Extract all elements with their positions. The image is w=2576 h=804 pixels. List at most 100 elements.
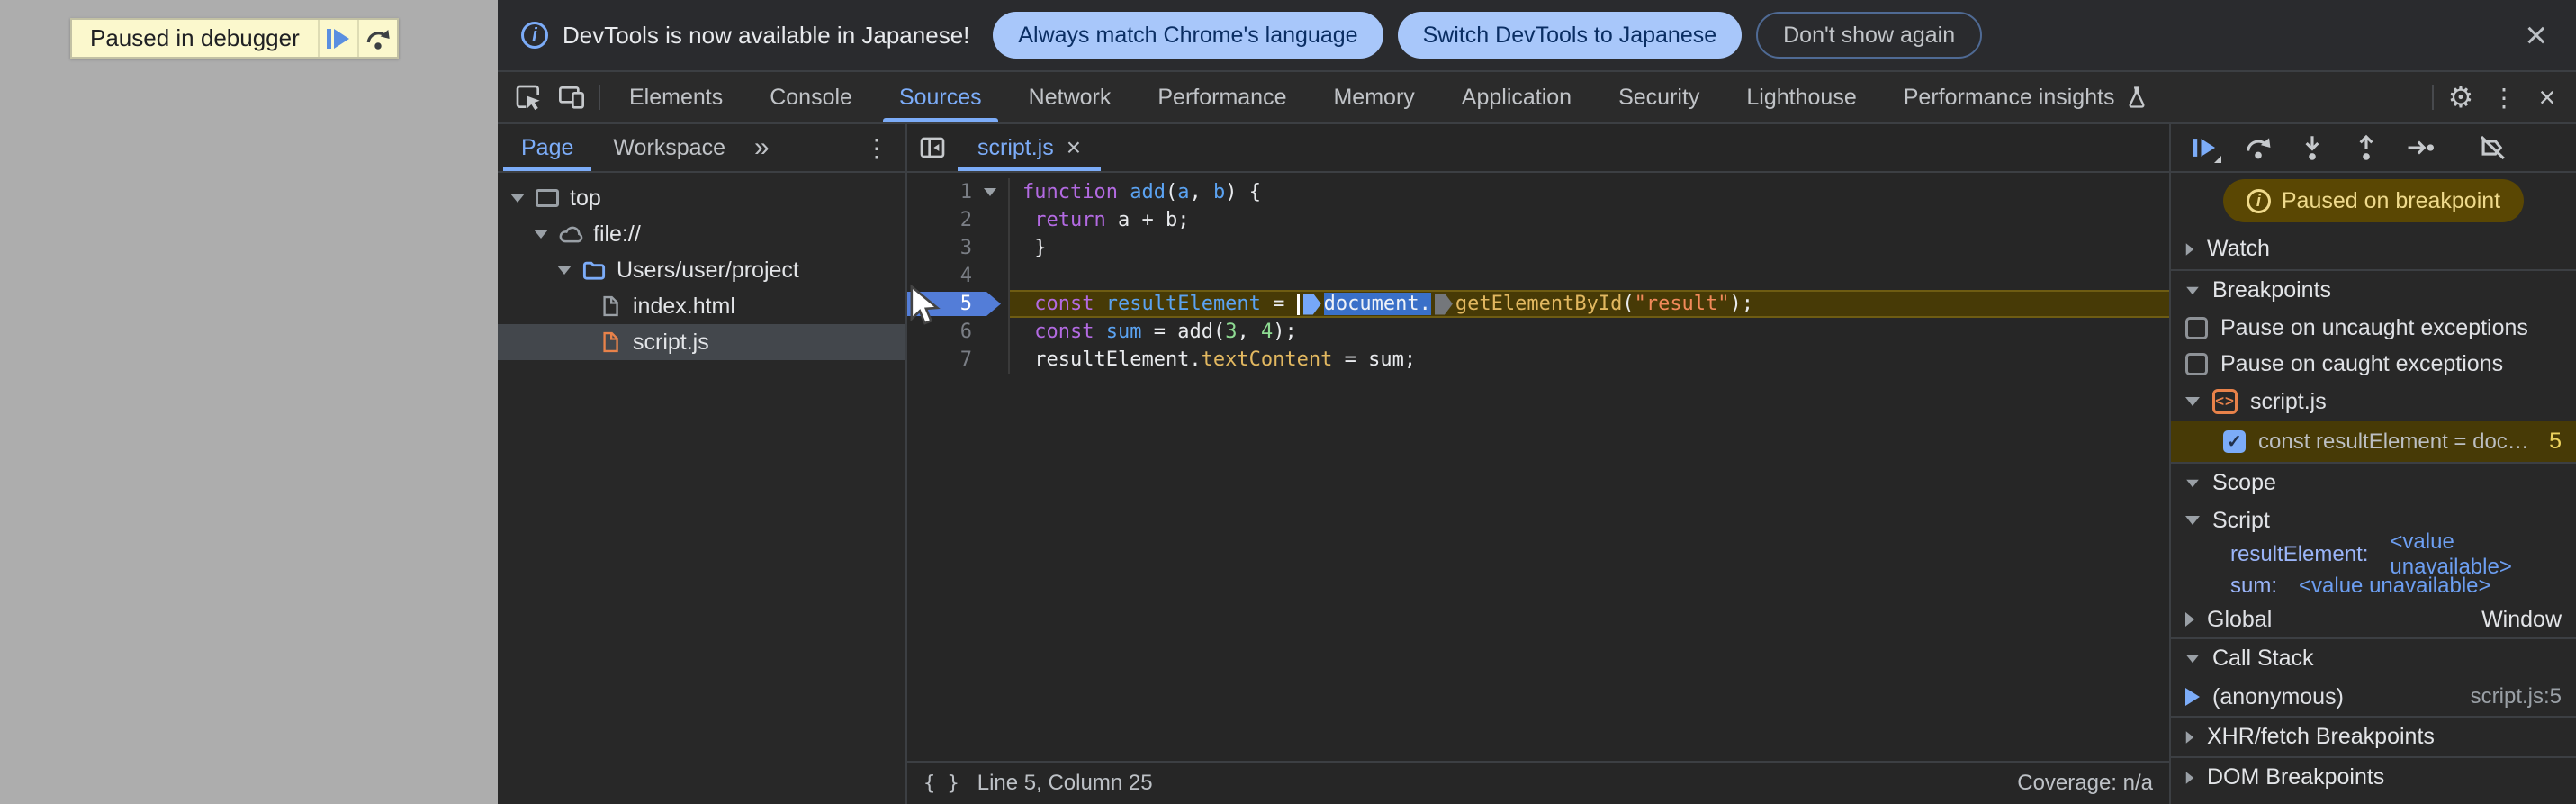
dont-show-again-button[interactable]: Don't show again bbox=[1756, 12, 1983, 59]
chevron-down-icon bbox=[2186, 479, 2199, 487]
navigator-tab-workspace[interactable]: Workspace bbox=[593, 124, 745, 171]
tab-elements[interactable]: Elements bbox=[606, 72, 746, 122]
active-frame-icon bbox=[2185, 688, 2200, 706]
pause-caught-exceptions-row: Pause on caught exceptions bbox=[2171, 346, 2576, 382]
file-icon bbox=[597, 293, 624, 320]
flask-icon bbox=[2129, 86, 2145, 108]
step-over-button[interactable] bbox=[356, 20, 397, 57]
resume-script-button[interactable] bbox=[2184, 127, 2225, 168]
info-icon: i bbox=[2246, 188, 2271, 213]
navigator-menu-icon[interactable]: ⋮ bbox=[848, 124, 905, 171]
scope-variable-row: sum: <value unavailable> bbox=[2230, 573, 2491, 598]
section-breakpoints[interactable]: Breakpoints bbox=[2171, 269, 2576, 310]
tab-performance-insights[interactable]: Performance insights bbox=[1880, 72, 2173, 122]
devtools-window: i DevTools is now available in Japanese!… bbox=[498, 0, 2576, 804]
pretty-print-icon[interactable]: { } bbox=[923, 772, 959, 795]
tab-memory[interactable]: Memory bbox=[1310, 72, 1437, 122]
continue-to-location-icon[interactable] bbox=[1434, 293, 1453, 315]
toggle-navigator-button[interactable] bbox=[907, 124, 958, 171]
scope-global-group[interactable]: Global Window bbox=[2171, 601, 2576, 637]
file-tree: top file:// Users/user/project index.htm… bbox=[498, 173, 905, 360]
pause-uncaught-checkbox[interactable] bbox=[2185, 316, 2208, 339]
close-tab-icon[interactable]: × bbox=[1067, 135, 1081, 160]
breakpoint-entry[interactable]: ✓ const resultElement = doc… 5 bbox=[2171, 421, 2576, 462]
tree-item-file-protocol[interactable]: file:// bbox=[498, 216, 905, 252]
step-out-button[interactable] bbox=[2346, 127, 2387, 168]
screen: Paused in debugger i DevTools is now ava… bbox=[0, 0, 2576, 804]
code-area[interactable]: 1 function add(a, b) { 2 return a + b; 3… bbox=[907, 173, 2169, 761]
chevron-down-icon bbox=[2186, 286, 2199, 294]
step-out-icon bbox=[2359, 134, 2373, 160]
breakpoint-flag[interactable]: 5 bbox=[907, 292, 1001, 316]
section-watch[interactable]: Watch bbox=[2171, 229, 2576, 269]
device-toolbar-icon bbox=[559, 86, 584, 109]
info-icon: i bbox=[521, 22, 548, 49]
step-into-button[interactable] bbox=[2292, 127, 2333, 168]
breakpoint-file-group[interactable]: <> script.js bbox=[2171, 382, 2576, 421]
infobar-message: DevTools is now available in Japanese! bbox=[563, 21, 970, 49]
step-over-icon bbox=[366, 29, 390, 50]
code-editor: script.js × 1 function add(a, b) { 2 ret… bbox=[907, 124, 2171, 804]
panel-toggle-icon bbox=[920, 137, 945, 158]
cursor-position-label: Line 5, Column 25 bbox=[977, 771, 1153, 795]
chevron-down-icon bbox=[557, 266, 572, 275]
inspect-element-button[interactable] bbox=[507, 72, 550, 122]
step-icon bbox=[2408, 140, 2435, 155]
more-options-icon[interactable]: ⋮ bbox=[2482, 72, 2526, 122]
paused-status-row: i Paused on breakpoint bbox=[2171, 173, 2576, 229]
resume-script-button[interactable] bbox=[317, 20, 357, 57]
line-number: 4 bbox=[959, 265, 972, 287]
code-line-7: 7 resultElement. textContent = sum; bbox=[907, 346, 2169, 374]
step-over-icon bbox=[2247, 138, 2271, 159]
settings-gear-icon[interactable]: ⚙ bbox=[2439, 72, 2482, 122]
editor-statusbar: { } Line 5, Column 25 Coverage: n/a bbox=[907, 761, 2169, 804]
continue-to-location-icon[interactable] bbox=[1302, 293, 1321, 315]
tab-console[interactable]: Console bbox=[746, 72, 876, 122]
breakpoint-enabled-checkbox[interactable]: ✓ bbox=[2223, 430, 2246, 453]
pause-caught-checkbox[interactable] bbox=[2185, 352, 2208, 375]
more-tabs-icon[interactable]: » bbox=[745, 124, 779, 171]
toggle-device-toolbar-button[interactable] bbox=[550, 72, 593, 122]
fold-arrow-icon[interactable] bbox=[984, 188, 996, 196]
tab-application[interactable]: Application bbox=[1438, 72, 1595, 122]
pause-uncaught-exceptions-row: Pause on uncaught exceptions bbox=[2171, 310, 2576, 346]
line-number: 5 bbox=[959, 293, 972, 315]
tab-performance[interactable]: Performance bbox=[1134, 72, 1310, 122]
paused-on-breakpoint-badge: i Paused on breakpoint bbox=[2222, 179, 2525, 222]
scope-variable-row: resultElement: <value unavailable> bbox=[2230, 528, 2512, 579]
close-devtools-icon[interactable]: × bbox=[2526, 72, 2569, 122]
paused-in-debugger-banner: Paused in debugger bbox=[70, 18, 399, 59]
chevron-right-icon bbox=[2185, 612, 2194, 627]
devtools-infobar: i DevTools is now available in Japanese!… bbox=[498, 0, 2576, 72]
deactivate-breakpoints-icon bbox=[2480, 135, 2505, 160]
folder-icon bbox=[581, 257, 608, 284]
devtools-main-toolbar: Elements Console Sources Network Perform… bbox=[498, 72, 2576, 124]
tree-item-top[interactable]: top bbox=[498, 180, 905, 216]
highlighted-token[interactable]: document. bbox=[1323, 293, 1431, 315]
navigator-sidebar: Page Workspace » ⋮ top file:// Users/use… bbox=[498, 124, 907, 804]
step-over-button[interactable] bbox=[2238, 127, 2279, 168]
section-dom-breakpoints[interactable]: DOM Breakpoints bbox=[2171, 756, 2576, 797]
section-call-stack[interactable]: Call Stack bbox=[2171, 637, 2576, 678]
always-match-language-button[interactable]: Always match Chrome's language bbox=[993, 12, 1383, 59]
tree-item-index-html[interactable]: index.html bbox=[498, 288, 905, 324]
chevron-right-icon bbox=[2185, 242, 2194, 256]
switch-to-japanese-button[interactable]: Switch DevTools to Japanese bbox=[1397, 12, 1743, 59]
section-scope[interactable]: Scope bbox=[2171, 462, 2576, 502]
tab-security[interactable]: Security bbox=[1595, 72, 1723, 122]
section-xhr-breakpoints[interactable]: XHR/fetch Breakpoints bbox=[2171, 716, 2576, 756]
tree-item-script-js[interactable]: script.js bbox=[498, 324, 905, 360]
chevron-right-icon bbox=[2185, 730, 2194, 744]
tree-item-project-folder[interactable]: Users/user/project bbox=[498, 252, 905, 288]
editor-tab-script-js[interactable]: script.js × bbox=[958, 124, 1102, 171]
step-button[interactable] bbox=[2400, 127, 2441, 168]
tab-lighthouse[interactable]: Lighthouse bbox=[1723, 72, 1879, 122]
deactivate-breakpoints-button[interactable] bbox=[2472, 127, 2513, 168]
tab-network[interactable]: Network bbox=[1005, 72, 1135, 122]
line-number: 1 bbox=[959, 181, 972, 203]
call-stack-frame[interactable]: (anonymous) script.js:5 bbox=[2171, 678, 2576, 716]
navigator-tab-page[interactable]: Page bbox=[501, 124, 593, 171]
tab-sources[interactable]: Sources bbox=[876, 72, 1005, 122]
close-infobar-icon[interactable]: × bbox=[2519, 16, 2553, 54]
code-line-5-paused: 5 const resultElement = document. getElem… bbox=[907, 290, 2169, 318]
